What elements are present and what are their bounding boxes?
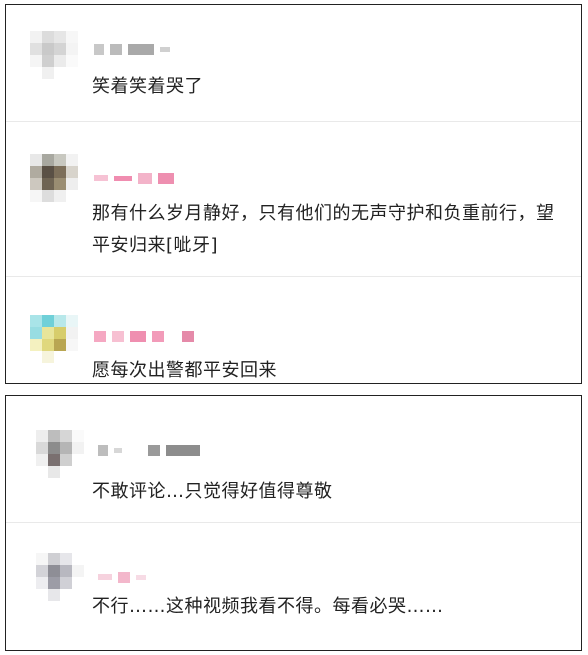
- user-avatar[interactable]: [30, 31, 78, 79]
- comment-text: 不行……这种视频我看不得。每看必哭……: [92, 596, 444, 617]
- username-redacted[interactable]: [98, 571, 152, 583]
- username-redacted[interactable]: [98, 444, 206, 456]
- user-avatar[interactable]: [30, 154, 78, 202]
- comment-item[interactable]: 那有什么岁月静好，只有他们的无声守护和负重前行，望平安归来[呲牙]: [6, 122, 581, 276]
- user-avatar[interactable]: [36, 553, 84, 601]
- comment-panel-bottom: 不敢评论…只觉得好值得尊敬 不行……这种视频我看不得。每看必哭……: [5, 395, 582, 651]
- username-redacted[interactable]: [94, 330, 200, 342]
- comment-item[interactable]: 不敢评论…只觉得好值得尊敬: [6, 396, 581, 522]
- username-redacted[interactable]: [94, 172, 180, 184]
- comment-panel-top: 笑着笑着哭了 那有什么岁月静好，只有他们的无声守护和负重前行，望平安归来[呲牙]: [5, 4, 582, 384]
- comment-item[interactable]: 笑着笑着哭了: [6, 5, 581, 121]
- user-avatar[interactable]: [30, 315, 78, 363]
- comment-text: 愿每次出警都平安回来: [92, 360, 277, 381]
- comment-text: 笑着笑着哭了: [92, 76, 203, 97]
- comment-item[interactable]: 愿每次出警都平安回来: [6, 277, 581, 383]
- username-redacted[interactable]: [94, 43, 176, 55]
- user-avatar[interactable]: [36, 430, 84, 478]
- comment-item[interactable]: 不行……这种视频我看不得。每看必哭……: [6, 523, 581, 650]
- comment-text: 那有什么岁月静好，只有他们的无声守护和负重前行，望平安归来[呲牙]: [92, 203, 555, 256]
- comment-text: 不敢评论…只觉得好值得尊敬: [92, 481, 333, 502]
